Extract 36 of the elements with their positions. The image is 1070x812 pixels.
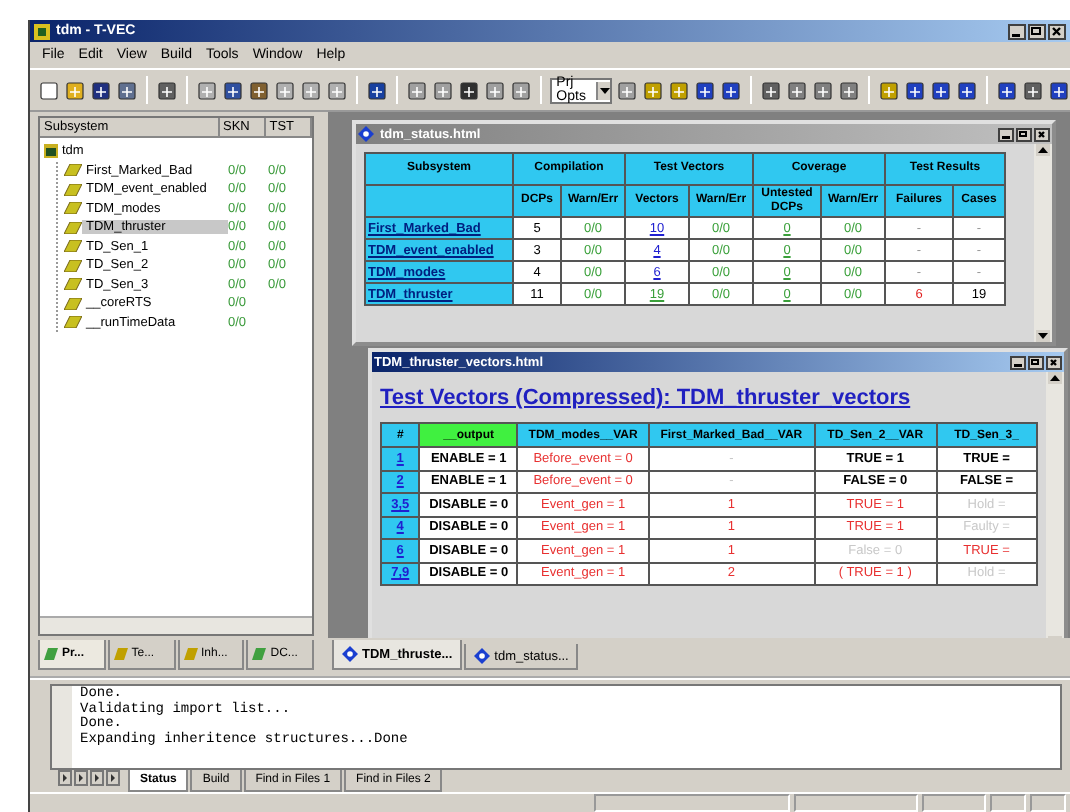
pencil-icon [252,648,267,660]
page-heading: Test Vectors (Compressed): TDM_thruster_vectors [380,386,911,410]
diamond-icon [474,648,491,664]
folder-icon [44,144,58,159]
maximize-icon[interactable] [1016,127,1032,141]
app-icon [34,23,50,39]
output-gutter [52,686,72,768]
pencil-icon [113,648,128,660]
status-bar-pane [990,794,1026,812]
next-tab-arrow-icon[interactable] [90,770,104,786]
close-icon[interactable] [1048,23,1066,39]
diamond-icon [358,126,374,142]
scroll-down-icon[interactable] [1036,330,1050,342]
status-bar-pane [922,794,986,812]
status-bar-pane [794,794,918,812]
pencil-icon [44,648,58,660]
horizontal-scrollbar[interactable] [40,616,312,634]
scroll-up-icon[interactable] [1036,144,1050,156]
pencil-icon [183,648,197,660]
first-tab-arrow-icon[interactable] [58,770,72,786]
minimize-icon[interactable] [1008,23,1026,39]
minimize-icon[interactable] [1010,355,1026,369]
maximize-icon[interactable] [1028,23,1046,39]
minimize-icon[interactable] [998,127,1014,141]
scroll-up-icon[interactable] [1048,372,1062,384]
vertical-scrollbar[interactable] [1046,372,1064,638]
prev-tab-arrow-icon[interactable] [74,770,88,786]
diamond-icon [342,646,358,662]
vertical-scrollbar[interactable] [1034,144,1052,342]
maximize-icon[interactable] [1028,355,1044,369]
new-file-icon[interactable] [38,79,60,101]
close-icon[interactable] [1046,355,1062,369]
dropdown-arrow-icon[interactable] [599,87,610,93]
status-bar-pane [1030,794,1066,812]
last-tab-arrow-icon[interactable] [106,770,120,786]
close-icon[interactable] [1034,127,1050,141]
